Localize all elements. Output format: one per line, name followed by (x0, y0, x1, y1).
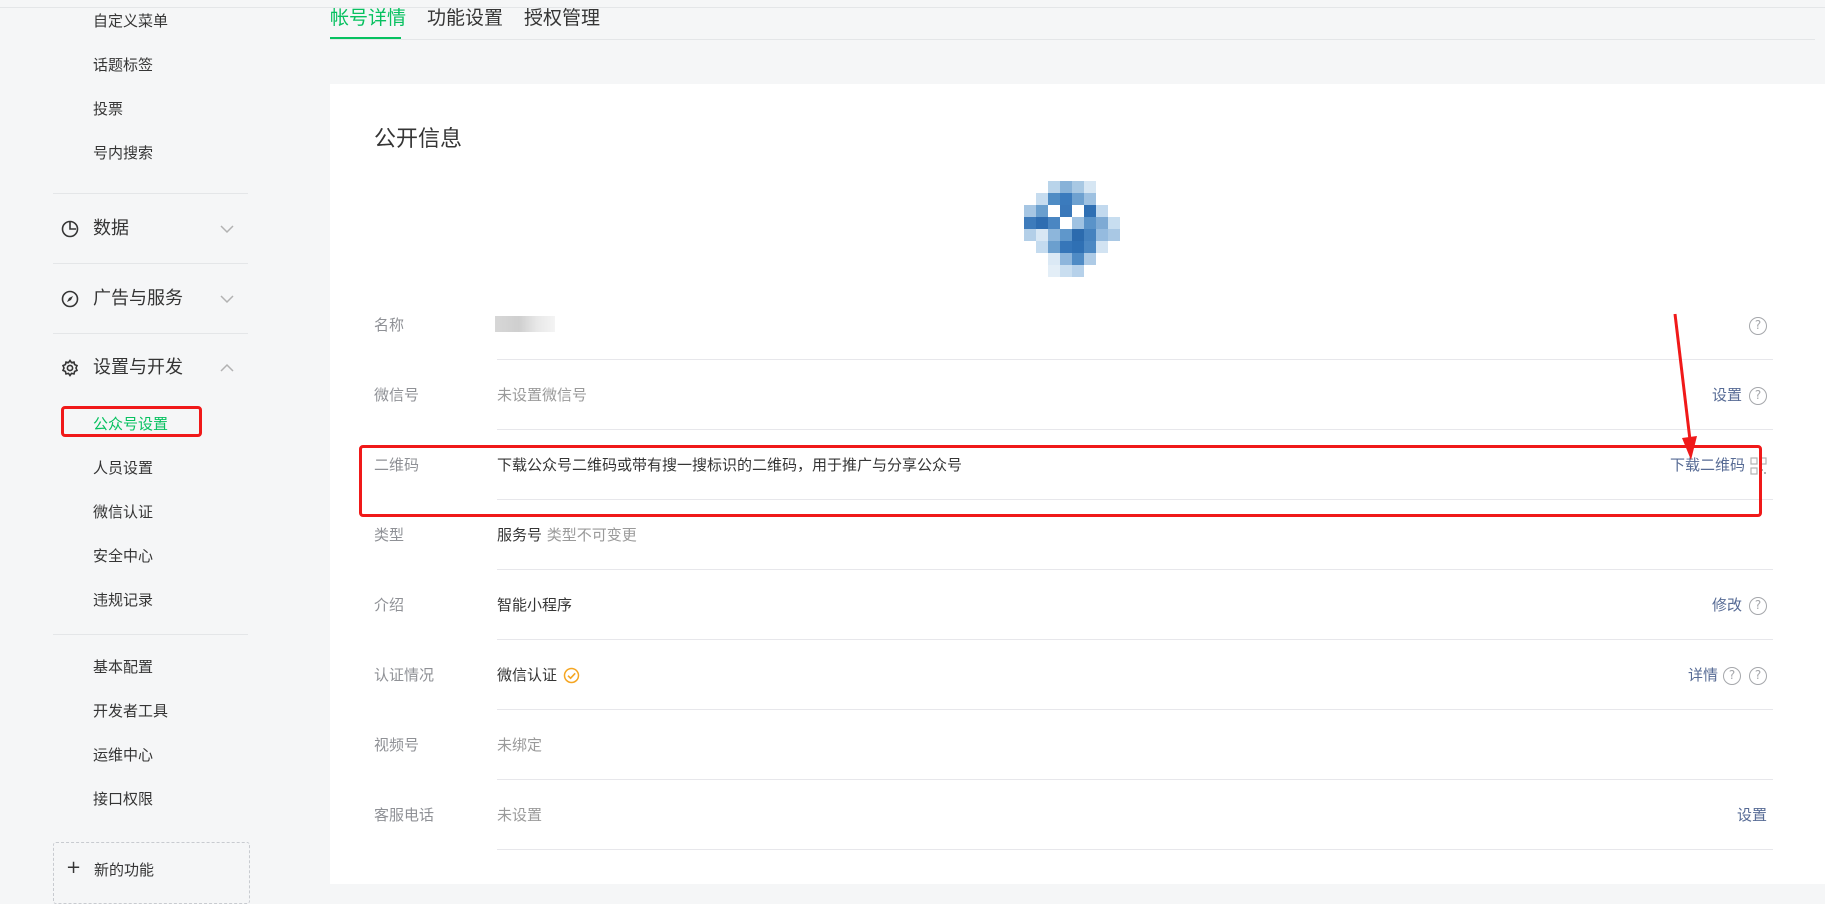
type-value: 服务号 类型不可变更 (497, 525, 637, 545)
sidebar-item-member-settings[interactable]: 人员设置 (93, 458, 153, 478)
phone-label: 客服电话 (374, 806, 435, 824)
row-divider (497, 849, 1773, 850)
verification-label: 认证情况 (374, 666, 435, 684)
verified-badge-icon (563, 667, 580, 684)
sidebar-item-vote[interactable]: 投票 (93, 99, 123, 119)
sidebar-divider (53, 634, 248, 635)
help-icon[interactable]: ? (1749, 387, 1767, 405)
set-phone-link[interactable]: 设置 (1737, 805, 1767, 825)
help-icon[interactable]: ? (1749, 597, 1767, 615)
wechat-id-label: 微信号 (374, 386, 420, 404)
sidebar-item-developer-tools[interactable]: 开发者工具 (93, 701, 168, 721)
sidebar-group-settings[interactable]: 设置与开发 (60, 355, 250, 381)
edit-intro-link[interactable]: 修改 (1712, 595, 1742, 615)
help-icon[interactable]: ? (1749, 317, 1767, 335)
chevron-down-icon (220, 225, 234, 234)
section-title: 公开信息 (374, 127, 463, 152)
sidebar-item-wechat-verify[interactable]: 微信认证 (93, 502, 153, 522)
sidebar-item-security-center[interactable]: 安全中心 (93, 546, 153, 566)
intro-label: 介绍 (374, 596, 405, 614)
sidebar-group-label: 广告与服务 (93, 288, 183, 309)
set-wechat-id-link[interactable]: 设置 (1712, 385, 1742, 405)
sidebar-group-data[interactable]: 数据 (60, 216, 250, 242)
channels-value: 未绑定 (497, 736, 543, 754)
sidebar-item-violation-records[interactable]: 违规记录 (93, 590, 153, 610)
sidebar-divider (53, 263, 248, 264)
sidebar-group-label: 设置与开发 (93, 357, 183, 378)
highlight-box-sidebar (61, 406, 202, 437)
sidebar: 自定义菜单 话题标签 投票 号内搜索 数据 广告与服务 设置与开发 公众号设置 … (0, 0, 260, 904)
account-name-redacted (495, 316, 555, 332)
intro-value: 智能小程序 (497, 596, 573, 614)
highlight-box-qrcode-row (359, 445, 1762, 517)
tab-account-details[interactable]: 帐号详情 (330, 6, 406, 30)
add-feature-button[interactable]: + 新的功能 (53, 842, 250, 904)
sidebar-item-inner-search[interactable]: 号内搜索 (93, 143, 153, 163)
gear-icon (61, 359, 79, 377)
type-note: 类型不可变更 (546, 526, 637, 544)
sidebar-divider (53, 333, 248, 334)
help-icon[interactable]: ? (1749, 667, 1767, 685)
verification-details-link[interactable]: 详情 (1688, 665, 1718, 685)
account-type: 服务号 (497, 526, 543, 544)
sidebar-item-topic-tags[interactable]: 话题标签 (93, 55, 153, 75)
sidebar-item-ops-center[interactable]: 运维中心 (93, 745, 153, 765)
sidebar-group-label: 数据 (93, 218, 129, 239)
phone-value: 未设置 (497, 806, 543, 824)
sidebar-item-custom-menu[interactable]: 自定义菜单 (93, 11, 168, 31)
sidebar-item-basic-config[interactable]: 基本配置 (93, 657, 153, 677)
sidebar-item-api-permissions[interactable]: 接口权限 (93, 789, 153, 809)
pie-chart-icon (61, 220, 79, 238)
chevron-down-icon (220, 295, 234, 304)
compass-icon (61, 290, 79, 308)
verification-value: 微信认证 (497, 666, 558, 684)
tabs-divider (330, 39, 1815, 40)
row-divider (497, 359, 1773, 360)
row-divider (497, 779, 1773, 780)
chevron-up-icon (220, 363, 234, 372)
row-divider (497, 429, 1773, 430)
sidebar-group-ads[interactable]: 广告与服务 (60, 286, 250, 312)
account-avatar[interactable] (1018, 181, 1126, 289)
channels-label: 视频号 (374, 736, 420, 754)
help-icon[interactable]: ? (1723, 667, 1741, 685)
name-label: 名称 (374, 316, 405, 334)
sidebar-divider (53, 193, 248, 194)
tab-function-settings[interactable]: 功能设置 (427, 6, 503, 30)
row-divider (497, 569, 1773, 570)
add-feature-label: 新的功能 (94, 861, 155, 879)
wechat-id-value: 未设置微信号 (497, 386, 588, 404)
tab-authorization-management[interactable]: 授权管理 (524, 6, 600, 30)
row-divider (497, 639, 1773, 640)
top-divider (0, 7, 1825, 8)
annotation-arrow (1673, 313, 1697, 460)
type-label: 类型 (374, 526, 405, 544)
row-divider (497, 709, 1773, 710)
